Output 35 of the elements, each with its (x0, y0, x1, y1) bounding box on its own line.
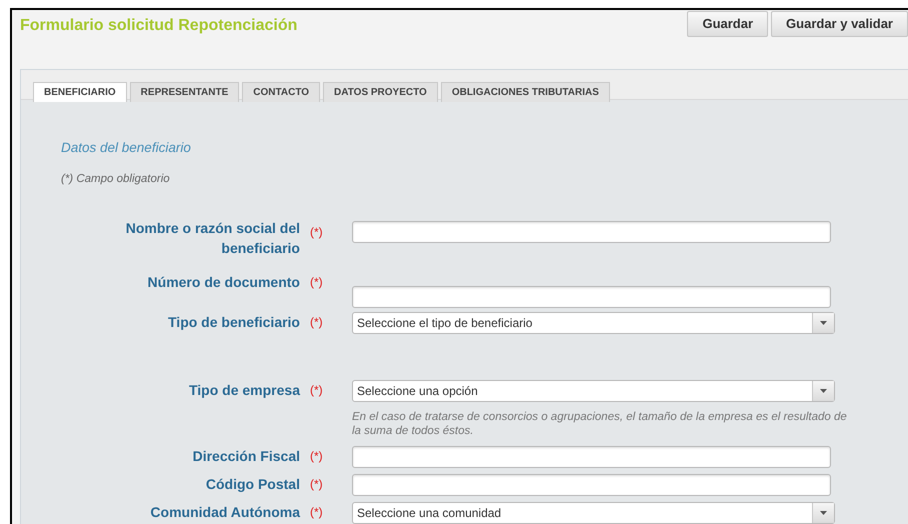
required-mark: (*) (309, 274, 324, 291)
required-mark: (*) (309, 382, 324, 399)
action-button[interactable]: Guardar y validar (771, 11, 908, 37)
field-label: Número de documento (148, 273, 300, 292)
section-title: Datos del beneficiario (61, 138, 192, 156)
text-field[interactable] (352, 446, 831, 468)
tab[interactable]: REPRESENTANTE (130, 82, 240, 102)
required-mark: (*) (309, 224, 324, 241)
field-label: Nombre o razón social del beneficiario (124, 219, 300, 258)
field-label: Código Postal (206, 475, 300, 494)
text-field[interactable] (352, 221, 831, 243)
caret-icon (812, 313, 834, 333)
caret-icon (812, 503, 834, 523)
required-mark: (*) (309, 448, 324, 465)
required-mark: (*) (309, 504, 324, 521)
tab[interactable]: DATOS PROYECTO (323, 82, 438, 102)
tab[interactable]: CONTACTO (242, 82, 320, 102)
required-note: (*) Campo obligatorio (61, 172, 171, 187)
help-text: En el caso de tratarse de consorcios o agrupaciones, el tamaño de la empresa es el resultado de la suma de todos éstos. (352, 410, 848, 438)
text-field[interactable] (352, 286, 831, 308)
tab[interactable]: BENEFICIARIO (33, 82, 127, 102)
text-field[interactable] (352, 474, 831, 496)
required-mark: (*) (309, 314, 324, 331)
required-mark: (*) (309, 476, 324, 493)
select-field[interactable]: Seleccione una opción (352, 380, 835, 402)
action-button[interactable]: Guardar (687, 11, 768, 37)
field-label: Comunidad Autónoma (150, 503, 300, 522)
select-field[interactable]: Seleccione una comunidad (352, 502, 835, 524)
field-label: Tipo de empresa (188, 381, 300, 400)
caret-icon (812, 381, 834, 401)
field-label: Dirección Fiscal (192, 447, 300, 466)
tab[interactable]: OBLIGACIONES TRIBUTARIAS (440, 82, 610, 102)
form-title: Formulario solicitud Repotenciación (19, 16, 298, 36)
field-label: Tipo de beneficiario (168, 313, 300, 332)
select-field[interactable]: Seleccione el tipo de beneficiario (352, 312, 835, 334)
